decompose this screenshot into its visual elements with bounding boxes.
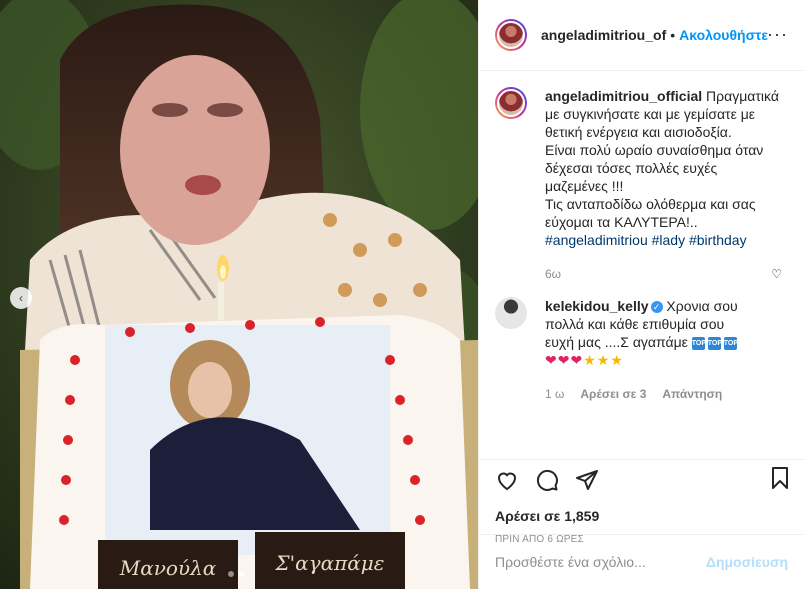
caption-line: εύχομαι τα ΚΑΛΥΤΕΡΑ!.. (545, 214, 698, 230)
like-heart-icon[interactable] (495, 468, 519, 492)
bookmark-icon[interactable] (768, 466, 792, 490)
star-emoji-icon: ★ (583, 352, 597, 368)
likes-count[interactable]: Αρέσει σε 1,859 (495, 508, 788, 524)
caption-meta: 6ω (545, 265, 779, 283)
top-emoji-icon: TOP (691, 336, 706, 350)
caption-time[interactable]: 6ω (545, 265, 561, 283)
share-plane-icon[interactable] (575, 468, 599, 492)
star-emoji-icon: ★ (610, 352, 624, 368)
caption-line: μαζεμένες !!! (545, 178, 624, 194)
caption-avatar[interactable] (495, 87, 527, 119)
comment-line: ευχή μας ....Σ αγαπάμε (545, 334, 688, 350)
chevron-left-icon: ‹ (19, 291, 23, 305)
caption-line: με συγκινήσατε και με γεμίσατε με (545, 106, 756, 122)
post-photo[interactable]: Μανούλα Σ'αγαπάμε ‹ (0, 0, 478, 589)
carousel-dot (228, 571, 234, 577)
heart-emoji-icon: ❤ (557, 352, 571, 368)
instagram-post: Μανούλα Σ'αγαπάμε ‹ angeladimitriou_of •… (0, 0, 804, 589)
post-actions: Αρέσει σε 1,859 ΠΡΙΝ ΑΠΟ 6 ΩΡΕΣ (479, 459, 804, 545)
comment-item: kelekidou_kelly ✓ Χρονια σου πολλά και κά… (495, 297, 788, 403)
carousel-indicator (228, 571, 244, 577)
caption-hashtags[interactable]: #angeladimitriou #lady #birthday (545, 231, 779, 249)
reply-button[interactable]: Απάντηση (662, 385, 722, 403)
caption-line: δέχεσαι τόσες πολλές ευχές (545, 160, 718, 176)
add-comment-bar: Προσθέστε ένα σχόλιο... Δημοσίευση (479, 534, 804, 589)
add-comment-input[interactable]: Προσθέστε ένα σχόλιο... (495, 554, 706, 570)
more-options-icon[interactable]: ··· (767, 25, 788, 43)
post-comment-button[interactable]: Δημοσίευση (706, 554, 788, 570)
action-icons (495, 464, 788, 496)
comment-body: kelekidou_kelly ✓ Χρονια σου πολλά και κά… (545, 297, 765, 403)
post-sidebar: angeladimitriou_of • Ακολουθήστε ··· ang… (478, 0, 804, 589)
heart-emoji-icon: ❤ (570, 352, 584, 368)
caption-line: θετική ενέργεια και αισιοδοξία. (545, 124, 732, 140)
caption-line: Πραγματικά (706, 88, 779, 104)
comment-time[interactable]: 1 ω (545, 385, 564, 403)
comment-line: πολλά και κάθε επιθυμία σου (545, 316, 725, 332)
header-separator: • (670, 27, 676, 43)
cake-text-left: Μανούλα (119, 556, 217, 580)
caption-body: angeladimitriou_official Πραγματικά με σ… (545, 87, 779, 283)
birthday-photo-illustration: Μανούλα Σ'αγαπάμε (0, 0, 478, 589)
caption-line: Είναι πολύ ωραίο συναίσθημα όταν (545, 142, 764, 158)
carousel-dot-active (238, 571, 244, 577)
author-username[interactable]: angeladimitriou_of (541, 27, 666, 43)
caption-line: Τις ανταποδίδω ολόθερμα και σας (545, 196, 756, 212)
comment-meta: 1 ω Αρέσει σε 3 Απάντηση (545, 385, 765, 403)
comment-likes[interactable]: Αρέσει σε 3 (580, 385, 646, 403)
carousel-prev-button[interactable]: ‹ (10, 287, 32, 309)
top-emoji-icon: TOP (707, 336, 722, 350)
author-avatar[interactable] (495, 19, 527, 51)
caption-username[interactable]: angeladimitriou_official (545, 88, 702, 104)
top-emoji-icon: TOP (723, 336, 738, 350)
star-emoji-icon: ★ (596, 352, 611, 368)
post-header: angeladimitriou_of • Ακολουθήστε ··· (479, 0, 804, 71)
commenter-username[interactable]: kelekidou_kelly (545, 298, 649, 314)
comment-line: Χρονια σου (666, 298, 738, 314)
commenter-avatar[interactable] (495, 297, 527, 329)
verified-badge-icon: ✓ (650, 301, 663, 314)
comment-like-heart-icon[interactable]: ♡ (771, 267, 782, 281)
comment-bubble-icon[interactable] (535, 468, 559, 492)
heart-emoji-icon: ❤ (545, 352, 558, 368)
comments-section[interactable]: angeladimitriou_official Πραγματικά με σ… (479, 71, 804, 459)
cake-text-right: Σ'αγαπάμε (275, 551, 385, 575)
comment-emoji-row: ❤❤❤★★★ (545, 351, 765, 369)
caption: angeladimitriou_official Πραγματικά με σ… (495, 87, 788, 283)
follow-button[interactable]: Ακολουθήστε (679, 27, 768, 43)
